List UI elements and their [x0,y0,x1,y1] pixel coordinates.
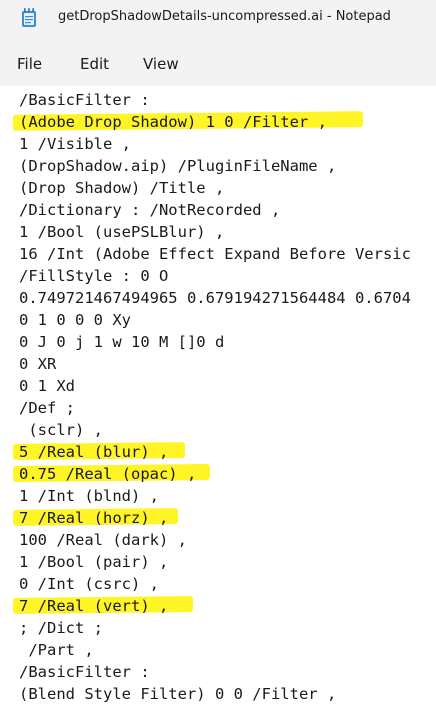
text-line: /BasicFilter : [19,663,150,681]
text-line: 100 /Real (dark) , [19,531,187,549]
text-editor[interactable]: /BasicFilter : (Adobe Drop Shadow) 1 0 /… [0,86,436,706]
text-line: 0.749721467494965 0.679194271564484 0.67… [19,289,411,307]
text-line: 0 J 0 j 1 w 10 M []0 d [19,333,225,351]
notepad-icon [22,8,36,27]
text-line: 16 /Int (Adobe Effect Expand Before Vers… [19,245,411,263]
menu-file[interactable]: File [17,55,42,73]
text-line: 1 /Bool (pair) , [19,553,169,571]
text-line: 5 /Real (blur) , [19,443,169,461]
text-line: 1 /Visible , [19,135,131,153]
text-line: (Drop Shadow) /Title , [19,179,225,197]
text-line: 0 XR [19,355,57,373]
window-title: getDropShadowDetails-uncompressed.ai - N… [58,9,391,24]
menu-view[interactable]: View [143,55,179,73]
text-line: 1 /Bool (usePSLBlur) , [19,223,225,241]
text-line: 1 /Int (blnd) , [19,487,159,505]
text-line: /Dictionary : /NotRecorded , [19,201,281,219]
text-line: (sclr) , [19,421,103,439]
text-line: 0 1 0 0 0 Xy [19,311,131,329]
text-line: /Part , [19,641,94,659]
menu-edit[interactable]: Edit [80,55,109,73]
notepad-window: getDropShadowDetails-uncompressed.ai - N… [0,0,436,706]
text-line: 7 /Real (horz) , [19,509,169,527]
text-line: (Adobe Drop Shadow) 1 0 /Filter , [19,113,327,131]
text-line: /FillStyle : 0 O [19,267,169,285]
text-line: ; /Dict ; [19,619,103,637]
text-line: 0 /Int (csrc) , [19,575,159,593]
text-line: 7 /Real (vert) , [19,597,169,615]
text-line: (Blend Style Filter) 0 0 /Filter , [19,685,337,703]
menu-bar: File Edit View [0,36,436,86]
text-line: 0 1 Xd [19,377,75,395]
text-line: /BasicFilter : [19,91,150,109]
title-bar[interactable]: getDropShadowDetails-uncompressed.ai - N… [0,0,436,36]
text-line: /Def ; [19,399,75,417]
text-line: (DropShadow.aip) /PluginFileName , [19,157,337,175]
text-line: 0.75 /Real (opac) , [19,465,197,483]
